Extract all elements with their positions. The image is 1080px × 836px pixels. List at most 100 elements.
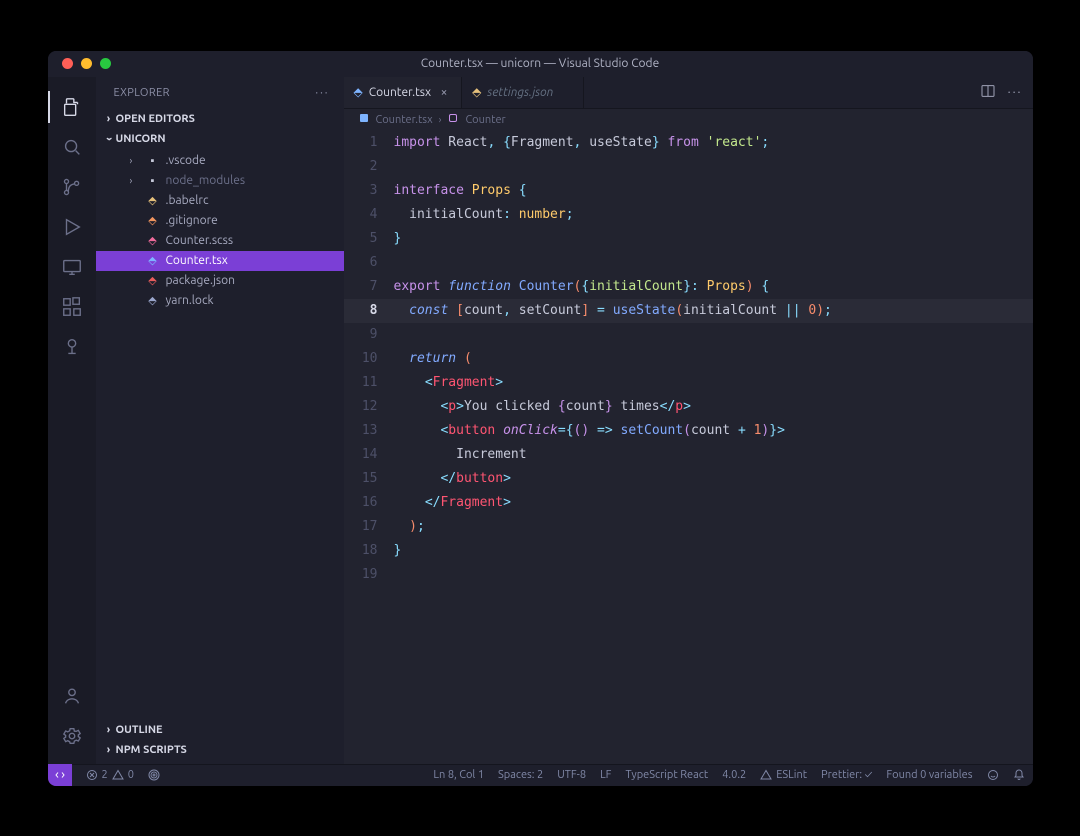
chevron-right-icon: › — [102, 113, 116, 125]
code-line[interactable]: 3interface Props { — [344, 179, 1033, 203]
code-content: </Fragment> — [394, 495, 511, 510]
indentation[interactable]: Spaces: 2 — [498, 769, 543, 781]
code-content: <Fragment> — [394, 375, 504, 390]
code-line[interactable]: 10 return ( — [344, 347, 1033, 371]
tree-item-label: .vscode — [166, 154, 206, 167]
search-icon[interactable] — [48, 127, 96, 167]
code-content: Increment — [394, 447, 527, 462]
typescript-version[interactable]: 4.0.2 — [722, 769, 746, 781]
code-line[interactable]: 17 ); — [344, 515, 1033, 539]
code-line[interactable]: 2 — [344, 155, 1033, 179]
feedback-icon[interactable] — [987, 769, 999, 781]
code-line[interactable]: 14 Increment — [344, 443, 1033, 467]
code-content: import React, {Fragment, useState} from … — [394, 135, 770, 150]
settings-gear-icon[interactable] — [48, 716, 96, 756]
window-controls — [62, 58, 111, 69]
extensions-icon[interactable] — [48, 287, 96, 327]
file-icon: ⬘ — [146, 274, 160, 288]
found-variables[interactable]: Found 0 variables — [886, 769, 972, 781]
section-workspace[interactable]: › UNICORN — [96, 129, 344, 149]
code-line[interactable]: 6 — [344, 251, 1033, 275]
minimize-window[interactable] — [81, 58, 92, 69]
code-line[interactable]: 12 <p>You clicked {count} times</p> — [344, 395, 1033, 419]
code-line[interactable]: 4 initialCount: number; — [344, 203, 1033, 227]
ports-indicator[interactable] — [148, 769, 160, 781]
code-content: <p>You clicked {count} times</p> — [394, 399, 691, 414]
sidebar-more-icon[interactable]: ··· — [315, 87, 329, 99]
titlebar: Counter.tsx — unicorn — Visual Studio Co… — [48, 51, 1033, 77]
accounts-icon[interactable] — [48, 676, 96, 716]
line-number: 12 — [344, 399, 394, 414]
code-line[interactable]: 1import React, {Fragment, useState} from… — [344, 131, 1033, 155]
line-number: 9 — [344, 327, 394, 342]
code-content: const [count, setCount] = useState(initi… — [394, 303, 832, 318]
run-debug-icon[interactable] — [48, 207, 96, 247]
file-react-icon — [358, 112, 370, 127]
tree-item[interactable]: ⬘.babelrc — [96, 191, 344, 211]
line-number: 14 — [344, 447, 394, 462]
source-control-icon[interactable] — [48, 167, 96, 207]
tree-item-label: .gitignore — [166, 214, 218, 227]
breadcrumb-item[interactable]: Counter — [465, 114, 505, 126]
editor-tab[interactable]: ⬘Counter.tsx× — [344, 77, 463, 108]
problems-indicator[interactable]: 2 0 — [86, 769, 134, 781]
section-open-editors[interactable]: › OPEN EDITORS — [96, 109, 344, 129]
tabs-row: ⬘Counter.tsx×⬘settings.json× ··· — [344, 77, 1033, 109]
remote-indicator[interactable] — [48, 764, 72, 786]
tree-item-label: node_modules — [166, 174, 246, 187]
section-npm-scripts[interactable]: › NPM SCRIPTS — [96, 740, 344, 760]
code-line[interactable]: 7export function Counter({initialCount}:… — [344, 275, 1033, 299]
code-line[interactable]: 9 — [344, 323, 1033, 347]
breadcrumb-item[interactable]: Counter.tsx — [376, 114, 433, 126]
notifications-icon[interactable] — [1013, 769, 1025, 781]
explorer-icon[interactable] — [48, 87, 96, 127]
prettier-status[interactable]: Prettier: ✓ — [821, 769, 872, 781]
remote-explorer-icon[interactable] — [48, 247, 96, 287]
status-bar: 2 0 Ln 8, Col 1 Spaces: 2 UTF-8 LF TypeS… — [48, 764, 1033, 786]
explorer-sidebar: EXPLORER ··· › OPEN EDITORS › UNICORN ›▪… — [96, 77, 344, 764]
zoom-window[interactable] — [100, 58, 111, 69]
eslint-status[interactable]: ESLint — [760, 769, 807, 781]
code-line[interactable]: 16 </Fragment> — [344, 491, 1033, 515]
tab-label: Counter.tsx — [369, 86, 431, 99]
code-content: <button onClick={() => setCount(count + … — [394, 423, 785, 438]
tree-item[interactable]: ⬘package.json — [96, 271, 344, 291]
line-number: 19 — [344, 567, 394, 582]
code-line[interactable]: 8 const [count, setCount] = useState(ini… — [344, 299, 1033, 323]
tree-item-label: Counter.scss — [166, 234, 234, 247]
code-line[interactable]: 13 <button onClick={() => setCount(count… — [344, 419, 1033, 443]
line-number: 17 — [344, 519, 394, 534]
line-number: 16 — [344, 495, 394, 510]
split-editor-icon[interactable] — [980, 83, 996, 102]
vscode-window: Counter.tsx — unicorn — Visual Studio Co… — [48, 51, 1033, 786]
tree-item[interactable]: ⬘.gitignore — [96, 211, 344, 231]
folder-icon: ▪ — [146, 174, 160, 188]
editor-more-icon[interactable]: ··· — [1008, 86, 1023, 99]
language-mode[interactable]: TypeScript React — [625, 769, 708, 781]
code-line[interactable]: 19 — [344, 563, 1033, 587]
editor-tab[interactable]: ⬘settings.json× — [462, 77, 584, 108]
tree-item[interactable]: ⬘Counter.tsx — [96, 251, 344, 271]
close-window[interactable] — [62, 58, 73, 69]
encoding[interactable]: UTF-8 — [557, 769, 586, 781]
tree-item[interactable]: ⬘Counter.scss — [96, 231, 344, 251]
code-editor[interactable]: 1import React, {Fragment, useState} from… — [344, 131, 1033, 764]
code-line[interactable]: 11 <Fragment> — [344, 371, 1033, 395]
tree-item[interactable]: ›▪node_modules — [96, 171, 344, 191]
cursor-position[interactable]: Ln 8, Col 1 — [433, 769, 484, 781]
code-line[interactable]: 15 </button> — [344, 467, 1033, 491]
tree-item[interactable]: ⬘yarn.lock — [96, 291, 344, 311]
code-content: } — [394, 543, 402, 558]
code-line[interactable]: 5} — [344, 227, 1033, 251]
section-outline[interactable]: › OUTLINE — [96, 720, 344, 740]
line-number: 7 — [344, 279, 394, 294]
line-number: 2 — [344, 159, 394, 174]
chevron-right-icon: › — [102, 724, 116, 736]
eol[interactable]: LF — [600, 769, 611, 781]
close-tab-icon[interactable]: × — [437, 86, 451, 99]
chevron-down-icon: › — [103, 132, 115, 146]
test-icon[interactable] — [48, 327, 96, 367]
tree-item[interactable]: ›▪.vscode — [96, 151, 344, 171]
breadcrumbs[interactable]: Counter.tsx › Counter — [344, 109, 1033, 131]
code-line[interactable]: 18} — [344, 539, 1033, 563]
